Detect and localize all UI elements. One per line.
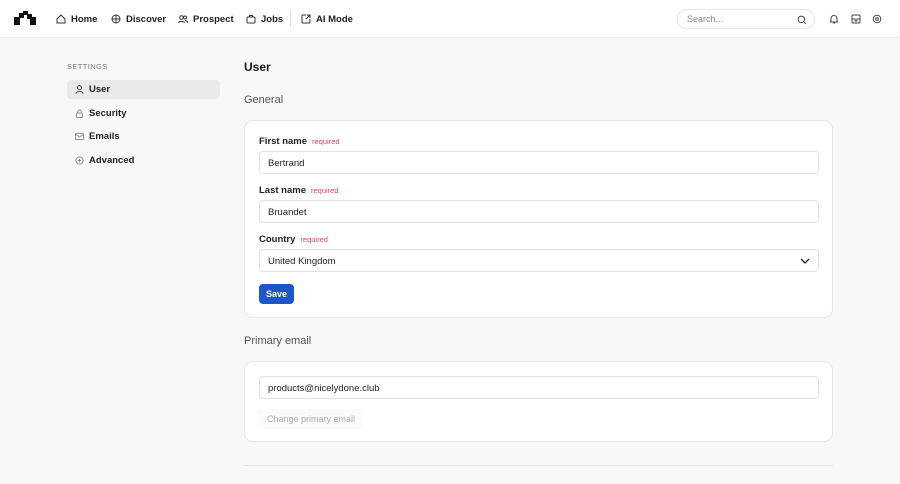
briefcase-icon — [246, 15, 256, 24]
search-input[interactable]: Search... — [677, 9, 815, 29]
nav-jobs[interactable]: Jobs — [246, 0, 283, 38]
required-badge: required — [312, 137, 340, 146]
page-title: User — [244, 60, 271, 74]
top-bar: Home Discover Prospect Jobs AI Mode Sear… — [0, 0, 900, 38]
required-badge: required — [311, 186, 339, 195]
country-select[interactable]: United Kingdom — [259, 249, 819, 272]
gear-icon[interactable] — [872, 14, 882, 24]
advanced-icon — [75, 156, 84, 165]
bell-icon[interactable] — [829, 14, 839, 24]
last-name-label: Last name required — [259, 185, 339, 196]
save-button[interactable]: Save — [259, 284, 294, 304]
nav-prospect[interactable]: Prospect — [178, 0, 234, 38]
sidebar-heading: SETTINGS — [67, 62, 108, 71]
primary-email-field[interactable]: products@nicelydone.club — [259, 376, 819, 399]
required-badge: required — [300, 235, 328, 244]
logo-icon[interactable] — [14, 11, 36, 25]
search-icon — [797, 15, 807, 25]
sidebar-item-security[interactable]: Security — [67, 104, 220, 123]
primary-email-heading: Primary email — [244, 335, 312, 347]
sidebar-item-emails[interactable]: Emails — [67, 127, 220, 146]
nav-divider — [290, 11, 291, 27]
change-primary-email-button[interactable]: Change primary email — [259, 409, 364, 429]
country-label: Country required — [259, 234, 328, 245]
globe-icon — [111, 14, 121, 24]
general-card: First name required Bertrand Last name req… — [244, 120, 833, 318]
section-divider — [244, 465, 833, 466]
nav-home[interactable]: Home — [56, 0, 97, 38]
sidebar-item-user[interactable]: User — [67, 80, 220, 99]
ai-mode-icon — [301, 14, 311, 24]
users-icon — [178, 15, 188, 24]
nav-ai-mode[interactable]: AI Mode — [301, 0, 353, 38]
nav-discover[interactable]: Discover — [111, 0, 166, 38]
primary-email-card: products@nicelydone.club Change primary … — [244, 361, 833, 442]
lock-icon — [75, 109, 84, 118]
first-name-label: First name required — [259, 136, 340, 147]
first-name-field[interactable]: Bertrand — [259, 151, 819, 174]
chevron-down-icon — [800, 258, 810, 264]
sidebar-item-advanced[interactable]: Advanced — [67, 151, 220, 170]
inbox-icon[interactable] — [851, 14, 861, 24]
last-name-field[interactable]: Bruandet — [259, 200, 819, 223]
user-icon — [75, 85, 84, 94]
home-icon — [56, 14, 66, 24]
mail-icon — [75, 132, 84, 141]
general-heading: General — [244, 94, 284, 106]
